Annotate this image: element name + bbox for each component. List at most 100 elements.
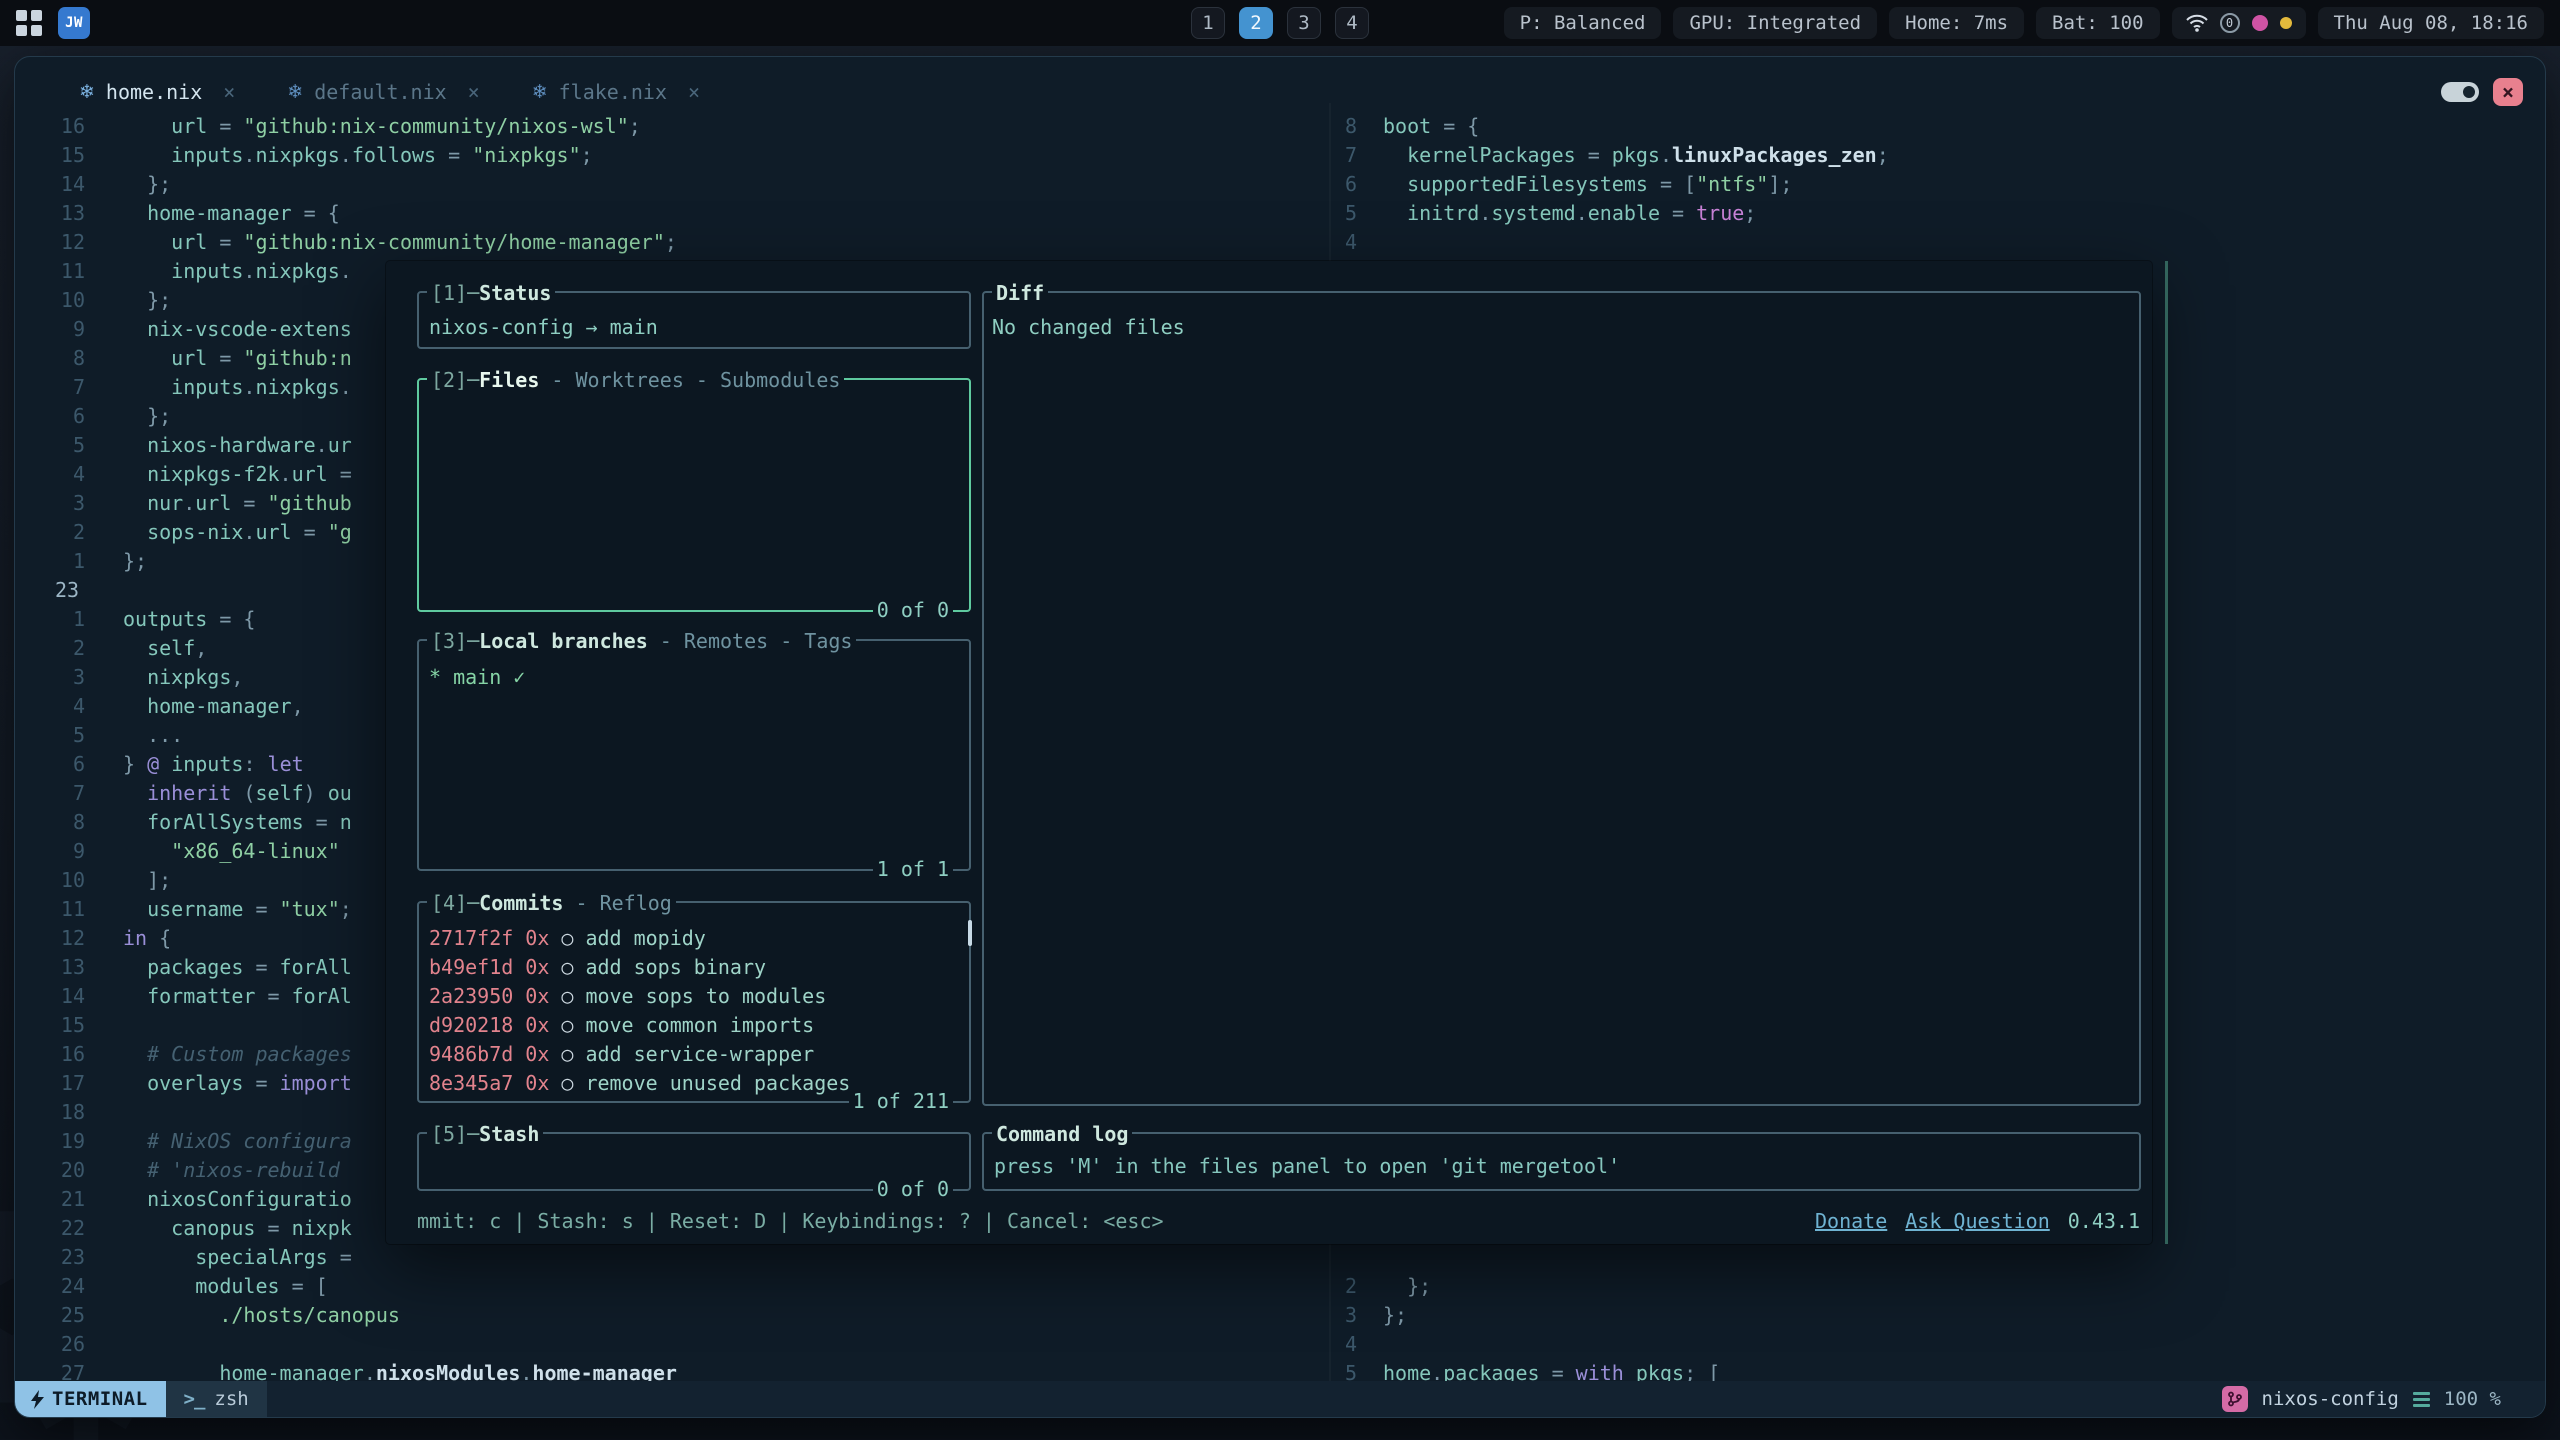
token (123, 1216, 171, 1240)
code-line[interactable]: 15 inputs.nixpkgs.follows = "nixpkgs"; (15, 141, 1323, 170)
line-number: 3 (15, 663, 109, 692)
code-line[interactable]: 5 initrd.systemd.enable = true; (1323, 199, 2546, 228)
token: url (255, 520, 291, 544)
app-badge[interactable]: JW (58, 7, 90, 39)
workspace-button-1[interactable]: 1 (1191, 7, 1225, 39)
commit-author: 0x (525, 953, 549, 982)
lazygit-command-log-panel[interactable]: Command log press 'M' in the files panel… (982, 1132, 2141, 1191)
commit-graph-node: ○ (561, 1011, 573, 1040)
code-line[interactable]: 14 }; (15, 170, 1323, 199)
code-text: inputs.nixpkgs. (109, 375, 352, 399)
tab-close-button[interactable]: × (468, 80, 480, 104)
window-close-button[interactable]: × (2493, 78, 2523, 106)
editor-pane-right-bottom[interactable]: 2 };3};45home.packages = with pkgs; [ (1323, 1272, 2546, 1388)
shell-indicator: >_ zsh (166, 1381, 267, 1417)
commit-row[interactable]: 2a239500x○move sops to modules (429, 982, 969, 1011)
token: url (171, 346, 207, 370)
code-text: forAllSystems = n (109, 810, 352, 834)
token (123, 636, 147, 660)
commits-scrollbar[interactable] (968, 920, 972, 946)
token (123, 1187, 147, 1211)
donate-link[interactable]: Donate (1815, 1205, 1887, 1237)
token (123, 520, 147, 544)
tray-icon-pink[interactable] (2252, 15, 2268, 31)
notification-badge[interactable]: 0 (2220, 13, 2240, 33)
code-line[interactable]: 6 supportedFilesystems = ["ntfs"]; (1323, 170, 2546, 199)
workspace-button-4[interactable]: 4 (1335, 7, 1369, 39)
token: inputs (171, 375, 243, 399)
code-line[interactable]: 26 (15, 1330, 1323, 1359)
code-line[interactable]: 8boot = { (1323, 112, 2546, 141)
lazygit-status-panel[interactable]: [1]─Status nixos-config → main (417, 291, 971, 349)
commit-row[interactable]: b49ef1d0x○add sops binary (429, 953, 969, 982)
token: }; (1383, 1303, 1407, 1327)
wifi-icon[interactable] (2186, 14, 2208, 32)
token: nix-vscode-extens (147, 317, 352, 341)
token (123, 1042, 147, 1066)
tab-close-button[interactable]: × (688, 80, 700, 104)
line-number: 8 (15, 344, 109, 373)
panel-subtitle: - Reflog (563, 891, 671, 915)
tab-flake.nix[interactable]: ❄flake.nix× (532, 80, 700, 104)
code-line[interactable]: 16 url = "github:nix-community/nixos-wsl… (15, 112, 1323, 141)
line-number: 9 (15, 315, 109, 344)
code-text: }; (109, 404, 171, 428)
code-line[interactable]: 27 home-manager.nixosModules.home-manage… (15, 1359, 1323, 1383)
panel-title: [2]─Files - Worktrees - Submodules (427, 367, 844, 393)
commit-list: 2717f2f0x○add mopidyb49ef1d0x○add sops b… (419, 903, 969, 1098)
scroll-percent: 100 % (2444, 1388, 2501, 1410)
line-number: 3 (15, 489, 109, 518)
tab-close-button[interactable]: × (223, 80, 235, 104)
token: = (292, 520, 328, 544)
token: kernelPackages (1407, 143, 1576, 167)
lazygit-commits-panel[interactable]: [4]─Commits - Reflog 2717f2f0x○add mopid… (417, 901, 971, 1103)
tab-home.nix[interactable]: ❄home.nix× (79, 80, 235, 104)
line-number: 18 (15, 1098, 109, 1127)
token: ; (581, 143, 593, 167)
workspace-button-3[interactable]: 3 (1287, 7, 1321, 39)
tab-default.nix[interactable]: ❄default.nix× (287, 80, 479, 104)
app-launcher-icon[interactable] (16, 10, 42, 36)
code-line[interactable]: 3}; (1323, 1301, 2546, 1330)
panel-key: [1]─ (431, 281, 479, 305)
lazygit-branches-panel[interactable]: [3]─Local branches - Remotes - Tags * ma… (417, 639, 971, 871)
commit-row[interactable]: d9202180x○move common imports (429, 1011, 969, 1040)
token: "x86_64-linux" (171, 839, 340, 863)
editor-pane-right-top[interactable]: 8boot = {7 kernelPackages = pkgs.linuxPa… (1323, 112, 2546, 272)
lazygit-stash-panel[interactable]: [5]─Stash 0 of 0 (417, 1132, 971, 1191)
line-number: 7 (1323, 141, 1369, 170)
token: . (520, 1361, 532, 1383)
commit-row[interactable]: 9486b7d0x○add service-wrapper (429, 1040, 969, 1069)
ask-question-link[interactable]: Ask Question (1905, 1205, 2050, 1237)
token: true (1696, 201, 1744, 225)
lazygit-files-panel[interactable]: [2]─Files - Worktrees - Submodules 0 of … (417, 378, 971, 612)
code-line[interactable]: 12 url = "github:nix-community/home-mana… (15, 228, 1323, 257)
code-line[interactable]: 4 (1323, 228, 2546, 257)
tabbar: ❄home.nix× ❄default.nix× ❄flake.nix× × (15, 57, 2545, 113)
workspace-button-2[interactable]: 2 (1239, 7, 1273, 39)
code-text (1369, 230, 1383, 254)
token: canopus (171, 1216, 255, 1240)
code-text: specialArgs = (109, 1245, 352, 1269)
token (123, 114, 171, 138)
code-line[interactable]: 2 }; (1323, 1272, 2546, 1301)
token (123, 1071, 147, 1095)
code-line[interactable]: 13 home-manager = { (15, 199, 1323, 228)
token: enable (1588, 201, 1660, 225)
tray-icon-yellow[interactable] (2280, 17, 2292, 29)
code-line[interactable]: 23 specialArgs = (15, 1243, 1323, 1272)
commit-author: 0x (525, 1040, 549, 1069)
buffer-lines-icon (2413, 1392, 2430, 1407)
toggle-pill[interactable] (2441, 82, 2479, 102)
commit-row[interactable]: 2717f2f0x○add mopidy (429, 924, 969, 953)
code-line[interactable]: 4 (1323, 1330, 2546, 1359)
commit-hash: b49ef1d (429, 953, 513, 982)
commit-message: move sops to modules (585, 982, 826, 1011)
code-line[interactable]: 7 kernelPackages = pkgs.linuxPackages_ze… (1323, 141, 2546, 170)
token: { (147, 926, 171, 950)
lazygit-diff-panel[interactable]: Diff No changed files (982, 291, 2141, 1106)
token: }; (123, 288, 171, 312)
code-line[interactable]: 25 ./hosts/canopus (15, 1301, 1323, 1330)
statusline: TERMINAL >_ zsh nixos-config 100 % (15, 1381, 2545, 1417)
code-line[interactable]: 24 modules = [ (15, 1272, 1323, 1301)
